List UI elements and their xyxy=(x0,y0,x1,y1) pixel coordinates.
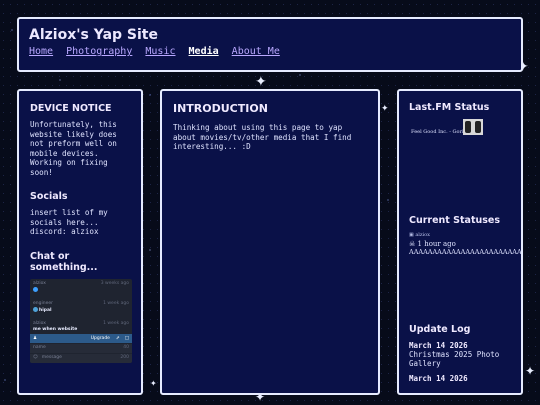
main-content: INTRODUCTION Thinking about using this p… xyxy=(160,89,380,395)
sparkle-icon: ✦ xyxy=(381,104,389,114)
chat-message-input[interactable]: ☺ message 200 xyxy=(30,353,132,363)
user-icon[interactable]: ♟ xyxy=(33,336,37,341)
upgrade-button[interactable]: Upgrade xyxy=(91,336,110,341)
socials-title: Socials xyxy=(30,191,68,202)
site-title: Alziox's Yap Site xyxy=(29,27,158,43)
site-header: Alziox's Yap Site Home Photography Music… xyxy=(17,17,523,72)
chat-body: me when website xyxy=(33,326,78,332)
chat-timestamp: 1 week ago xyxy=(103,320,129,326)
lastfm-title: Last.FM Status xyxy=(409,102,490,113)
introduction-text: Thinking about using this page to yap ab… xyxy=(173,123,352,151)
chat-message: engineer 1 week ago hipal xyxy=(30,299,132,316)
skull-icon: ☠ xyxy=(409,240,416,248)
chat-name-placeholder: name xyxy=(33,344,46,350)
socials-section: Socials insert list of my socials here..… xyxy=(30,191,130,237)
log-date: March 14 2026 xyxy=(409,341,468,350)
chat-timestamp: 1 week ago xyxy=(103,300,129,306)
chat-timestamp: 3 weeks ago xyxy=(100,280,129,286)
device-notice-title: DEVICE NOTICE xyxy=(30,103,112,114)
album-art xyxy=(463,119,483,135)
status-text: AAAAAAAAAAAAAAAAAAAAAAAAA xyxy=(409,248,523,256)
emoji-picker-icon[interactable]: ☺ xyxy=(33,355,38,360)
chat-title: Chat or something... xyxy=(30,250,98,273)
main-nav: Home Photography Music Media About Me xyxy=(29,46,511,57)
lastfm-widget[interactable]: Feel Good Inc. - Gorillaz xyxy=(409,119,511,139)
log-date: March 14 2026 xyxy=(409,374,468,383)
external-link-icon[interactable]: ⇗ xyxy=(116,336,120,341)
introduction-title: INTRODUCTION xyxy=(173,102,268,115)
expand-icon[interactable]: □ xyxy=(125,336,129,341)
status-username: ▣ alziox xyxy=(409,232,430,238)
right-sidebar: Last.FM Status Feel Good Inc. - Gorillaz… xyxy=(397,89,523,395)
chat-name-input[interactable]: name 40 xyxy=(30,343,132,353)
char-counter: 40 xyxy=(123,344,129,350)
log-item: Christmas 2025 Photo Gallery xyxy=(409,350,500,368)
sparkle-icon: ✦ xyxy=(150,379,157,388)
nav-music[interactable]: Music xyxy=(145,46,175,57)
chat-body: hipal xyxy=(39,307,52,313)
chat-toolbar: ♟ Upgrade ⇗ □ xyxy=(30,333,132,343)
chat-message-placeholder: message xyxy=(41,354,62,360)
statuses-title: Current Statuses xyxy=(409,215,501,226)
socials-text: insert list of my socials here... discor… xyxy=(30,208,108,236)
char-counter: 200 xyxy=(120,354,129,360)
update-log-title: Update Log xyxy=(409,324,471,335)
nav-photography[interactable]: Photography xyxy=(66,46,132,57)
device-notice-text: Unfortunately, this website likely does … xyxy=(30,120,117,177)
status-time: ☠ 1 hour ago xyxy=(409,240,456,248)
emoji-icon xyxy=(33,306,38,312)
nav-home[interactable]: Home xyxy=(29,46,53,57)
device-notice-section: DEVICE NOTICE Unfortunately, this websit… xyxy=(30,103,130,177)
nav-about-me[interactable]: About Me xyxy=(232,46,280,57)
sparkle-icon: ✦ xyxy=(525,364,536,378)
chat-message: alziox 3 weeks ago xyxy=(30,279,132,296)
left-sidebar: DEVICE NOTICE Unfortunately, this websit… xyxy=(17,89,143,395)
globe-icon xyxy=(33,286,38,292)
sparkle-icon: ✦ xyxy=(255,74,267,90)
chat-widget: alziox 3 weeks ago engineer 1 week ago h… xyxy=(30,278,132,363)
nav-media[interactable]: Media xyxy=(189,46,219,57)
